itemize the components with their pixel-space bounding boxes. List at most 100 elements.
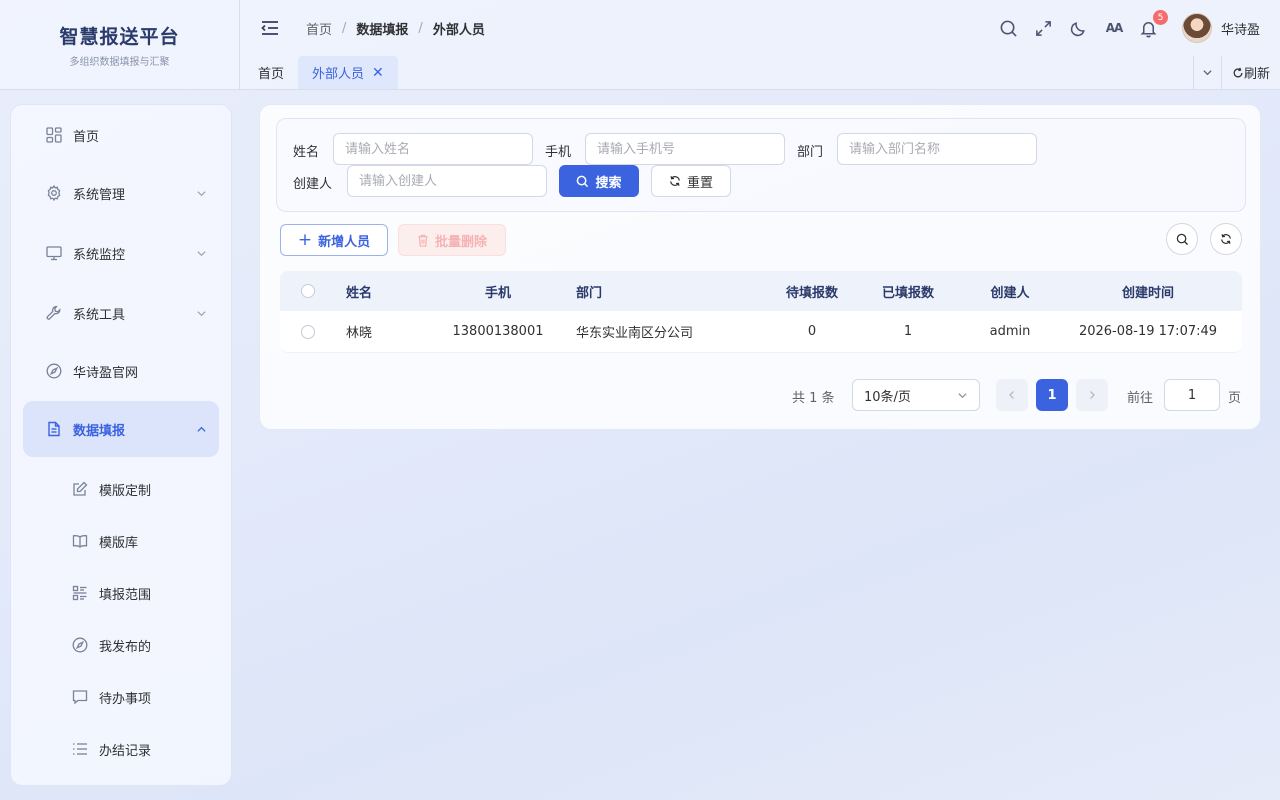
column-header[interactable]: 手机 [485, 282, 511, 301]
edit-icon [71, 480, 89, 498]
name-label: 姓名 [293, 145, 320, 160]
goto-label: 前往 [1127, 391, 1154, 406]
cell-filled: 1 [903, 324, 913, 339]
cell-name: 林晓 [346, 326, 373, 341]
breadcrumb-item-current: 外部人员 [432, 22, 485, 38]
phone-input[interactable] [585, 133, 785, 165]
name-input[interactable] [333, 133, 533, 165]
document-icon [45, 420, 63, 438]
goto-page-input[interactable] [1164, 379, 1220, 411]
book-icon [71, 532, 89, 550]
toggle-search-icon[interactable] [1166, 223, 1198, 255]
chevron-down-icon [196, 188, 207, 199]
creator-input[interactable] [347, 165, 547, 197]
row-checkbox[interactable] [301, 324, 315, 339]
add-person-button[interactable]: + 新增人员 [280, 224, 388, 256]
staff-table: 姓名 手机 部门 待填报数 已填报数 创建人 创建时间 林晓 138001380… [280, 271, 1242, 353]
cell-pending: 0 [807, 324, 817, 339]
main-panel: 姓名 手机 部门 创建人 搜索 重置 + 新增人员 批量删除 姓名 手机 [259, 104, 1261, 430]
compass-icon [45, 362, 63, 380]
refresh-icon [670, 176, 680, 186]
refresh-button[interactable]: 刷新 [1220, 56, 1280, 89]
breadcrumb-item-home[interactable]: 首页 [306, 19, 332, 38]
tab-external-staff[interactable]: 外部人员 ✕ [298, 56, 398, 89]
collapse-menu-icon[interactable] [260, 18, 280, 38]
compass-icon [71, 636, 89, 654]
app-title: 智慧报送平台 [59, 25, 180, 48]
sidebar-item-system-tools[interactable]: 系统工具 [23, 285, 219, 341]
reset-button[interactable]: 重置 [651, 165, 731, 197]
sidebar-item-todo[interactable]: 待办事项 [23, 671, 219, 723]
refresh-icon [1233, 67, 1243, 77]
cell-created-time: 2026-08-19 17:07:49 [1078, 324, 1218, 339]
list-icon [71, 740, 89, 758]
column-header[interactable]: 创建时间 [1122, 282, 1174, 301]
table-header: 姓名 手机 部门 待填报数 已填报数 创建人 创建时间 [280, 271, 1242, 311]
sidebar: 首页 系统管理 系统监控 系统工具 华诗盈官网 数据填报 模版定制 模版库 填报… [10, 104, 232, 786]
plus-icon: + [297, 229, 313, 250]
column-header[interactable]: 已填报数 [882, 282, 934, 301]
notification-badge: 5 [1152, 10, 1168, 25]
page-number-button[interactable]: 1 [1036, 379, 1068, 411]
cell-dept: 华东实业南区分公司 [576, 326, 694, 341]
sidebar-item-home[interactable]: 首页 [23, 107, 219, 163]
sidebar-item-report-scope[interactable]: 填报范围 [23, 567, 219, 619]
page-size-select[interactable]: 10条/页 [852, 379, 980, 411]
notification-bell-icon[interactable]: 5 [1138, 10, 1168, 39]
cell-phone: 13800138001 [452, 324, 544, 339]
wrench-icon [45, 304, 63, 322]
prev-page-button[interactable] [996, 379, 1028, 411]
pagination-total: 共 1 条 [792, 391, 835, 406]
gear-icon [45, 184, 63, 202]
dept-label: 部门 [797, 145, 824, 160]
sidebar-item-template-library[interactable]: 模版库 [23, 515, 219, 567]
column-header[interactable]: 部门 [576, 282, 602, 301]
username[interactable]: 华诗盈 [1221, 19, 1260, 38]
close-icon[interactable]: ✕ [372, 65, 384, 81]
column-header[interactable]: 创建人 [990, 282, 1029, 301]
sidebar-item-my-published[interactable]: 我发布的 [23, 619, 219, 671]
monitor-icon [45, 244, 63, 262]
sidebar-item-completed-records[interactable]: 办结记录 [23, 723, 219, 775]
column-header[interactable]: 待填报数 [786, 282, 838, 301]
chevron-down-icon [957, 390, 968, 401]
font-size-icon[interactable]: AA [1103, 17, 1125, 39]
search-icon[interactable] [998, 17, 1020, 39]
chevron-up-icon [196, 424, 207, 435]
chevron-left-icon [1009, 391, 1014, 399]
tab-home[interactable]: 首页 [246, 56, 296, 89]
breadcrumb: 首页 / 数据填报 / 外部人员 [306, 19, 485, 38]
trash-icon [418, 234, 428, 247]
chat-icon [71, 688, 89, 706]
dark-mode-icon[interactable] [1068, 17, 1090, 39]
sidebar-item-official-site[interactable]: 华诗盈官网 [23, 343, 219, 399]
table-row[interactable]: 林晓 13800138001 华东实业南区分公司 0 1 admin 2026-… [280, 311, 1242, 353]
dept-input[interactable] [837, 133, 1037, 165]
sidebar-item-system-monitor[interactable]: 系统监控 [23, 225, 219, 281]
search-icon [577, 175, 589, 187]
tabs-bar: 首页 外部人员 ✕ 刷新 [240, 56, 1280, 90]
search-form: 姓名 手机 部门 创建人 搜索 重置 [276, 118, 1246, 212]
sidebar-item-template-custom[interactable]: 模版定制 [23, 463, 219, 515]
goto-suffix: 页 [1228, 391, 1242, 406]
chevron-down-icon [196, 308, 207, 319]
tabs-dropdown-chevron-down-icon[interactable] [1192, 56, 1221, 89]
app-subtitle: 多组织数据填报与汇聚 [69, 56, 170, 68]
sidebar-item-system-management[interactable]: 系统管理 [23, 165, 219, 221]
dashboard-icon [45, 126, 63, 144]
phone-label: 手机 [545, 145, 572, 160]
next-page-button[interactable] [1076, 379, 1108, 411]
app-logo: 智慧报送平台 多组织数据填报与汇聚 [0, 0, 240, 90]
chevron-right-icon [1090, 391, 1095, 399]
batch-delete-button[interactable]: 批量删除 [398, 224, 506, 256]
search-button[interactable]: 搜索 [559, 165, 639, 197]
chevron-down-icon [196, 248, 207, 259]
sidebar-item-data-report[interactable]: 数据填报 [23, 401, 219, 457]
refresh-table-icon[interactable] [1210, 223, 1242, 255]
avatar[interactable] [1181, 13, 1212, 43]
cell-creator: admin [989, 324, 1031, 339]
fullscreen-icon[interactable] [1033, 17, 1055, 39]
column-header[interactable]: 姓名 [346, 282, 372, 301]
breadcrumb-item-data[interactable]: 数据填报 [356, 19, 408, 38]
select-all-checkbox[interactable] [301, 284, 315, 298]
